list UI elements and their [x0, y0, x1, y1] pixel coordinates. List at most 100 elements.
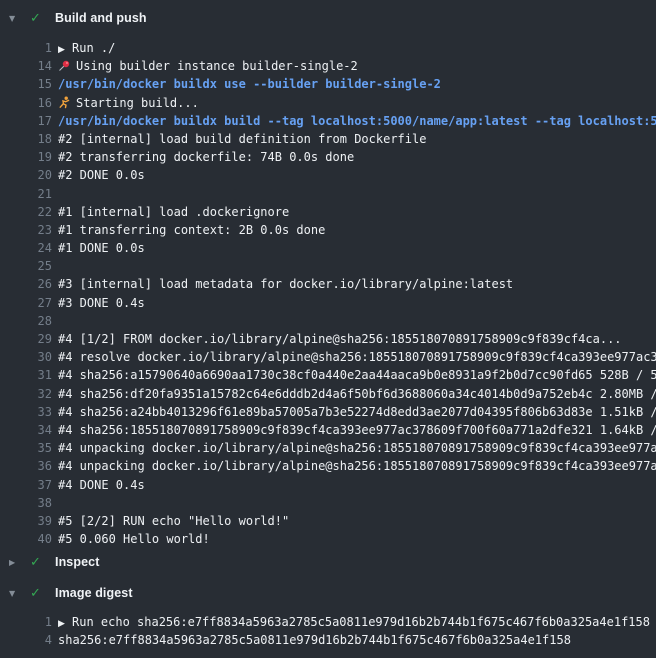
log-line: 23#1 transferring context: 2B 0.0s done	[0, 221, 656, 239]
line-number-link[interactable]: 19	[0, 148, 52, 166]
log-text: #4 resolve docker.io/library/alpine@sha2…	[58, 348, 656, 366]
log-text: #1 [internal] load .dockerignore	[58, 203, 289, 221]
log-text: /usr/bin/docker buildx use --builder bui…	[58, 75, 441, 93]
log-line: 16 Starting build...	[0, 94, 656, 112]
line-number-link[interactable]: 30	[0, 348, 52, 366]
log-line-text: #4 resolve docker.io/library/alpine@sha2…	[58, 350, 656, 364]
section-label: Inspect	[55, 555, 99, 569]
line-number-link[interactable]: 28	[0, 312, 52, 330]
log-line: 24 #1 DONE 0.0s	[0, 239, 656, 257]
log-text: #3 [internal] load metadata for docker.i…	[58, 275, 513, 293]
line-number-link[interactable]: 27	[0, 294, 52, 312]
line-number-link[interactable]: 15	[0, 75, 52, 93]
line-number-link[interactable]: 31	[0, 366, 52, 384]
log-line: 20 #2 DONE 0.0s	[0, 166, 656, 184]
log-line-text: #2 [internal] load build definition from…	[58, 132, 426, 146]
log-line-text: /usr/bin/docker buildx use --builder bui…	[58, 77, 441, 91]
log-line: 18 #2 [internal] load build definition fr…	[0, 130, 656, 148]
log-line: 34 #4 sha256:185518070891758909c9f839cf4c…	[0, 421, 656, 439]
line-number-link[interactable]: 38	[0, 494, 52, 512]
log-text: Starting build...	[58, 94, 199, 112]
log-line: 38	[0, 494, 656, 512]
log-line-text: #5 0.060 Hello world!	[58, 532, 210, 546]
line-number-link[interactable]: 16	[0, 94, 52, 112]
log-text: #4 sha256:a15790640a6690aa1730c38cf0a440…	[58, 366, 656, 384]
line-number-link[interactable]: 37	[0, 476, 52, 494]
line-number-link[interactable]: 1	[0, 39, 52, 57]
log-line-text: #4 sha256:df20fa9351a15782c64e6dddb2d4a6…	[58, 387, 656, 401]
log-line-text: #4 sha256:185518070891758909c9f839cf4ca3…	[58, 423, 656, 437]
chevron-down-icon[interactable]: ▼	[9, 14, 21, 23]
line-number-link[interactable]: 24	[0, 239, 52, 257]
log-text: #4 DONE 0.4s	[58, 476, 145, 494]
line-number-link[interactable]: 23	[0, 221, 52, 239]
log-line: 32 #4 sha256:df20fa9351a15782c64e6dddb2d4…	[0, 385, 656, 403]
log-line-text: #1 [internal] load .dockerignore	[58, 205, 289, 219]
workflow-log-viewer: ▼✓Build and push1▶Run ./14Using builder …	[0, 0, 656, 658]
log-text: #4 [1/2] FROM docker.io/library/alpine@s…	[58, 330, 622, 348]
log-text: Using builder instance builder-single-2	[58, 57, 358, 75]
line-number-link[interactable]: 29	[0, 330, 52, 348]
line-number-link[interactable]: 40	[0, 530, 52, 548]
line-number-link[interactable]: 25	[0, 257, 52, 275]
log-text: #1 DONE 0.0s	[58, 239, 145, 257]
section-label: Build and push	[55, 11, 147, 25]
log-text: #5 0.060 Hello world!	[58, 530, 210, 548]
line-number-link[interactable]: 21	[0, 185, 52, 203]
log-text: #4 sha256:df20fa9351a15782c64e6dddb2d4a6…	[58, 385, 656, 403]
log-line-text: #2 DONE 0.0s	[58, 168, 145, 182]
check-icon: ✓	[30, 586, 43, 601]
log-line-text: #4 sha256:a15790640a6690aa1730c38cf0a440…	[58, 368, 656, 382]
log-line: 15/usr/bin/docker buildx use --builder b…	[0, 75, 656, 93]
log-line: 19 #2 transferring dockerfile: 74B 0.0s d…	[0, 148, 656, 166]
log-lines-image-digest: 1 ▶Run echo sha256:e7ff8834a5963a2785c5a0…	[0, 613, 656, 649]
log-line-text: #5 [2/2] RUN echo "Hello world!"	[58, 514, 289, 528]
line-number-link[interactable]: 17	[0, 112, 52, 130]
log-line-text: sha256:e7ff8834a5963a2785c5a0811e979d16b…	[58, 633, 571, 647]
line-number-link[interactable]: 4	[0, 631, 52, 649]
section-header-inspect[interactable]: ▶✓Inspect	[0, 552, 656, 572]
line-number-link[interactable]: 36	[0, 457, 52, 475]
log-text: ▶Run echo sha256:e7ff8834a5963a2785c5a08…	[58, 613, 650, 633]
log-line-text: Using builder instance builder-single-2	[76, 59, 358, 73]
log-line-text: #4 unpacking docker.io/library/alpine@sh…	[58, 459, 656, 473]
log-line-text: Run echo sha256:e7ff8834a5963a2785c5a081…	[72, 615, 650, 629]
log-line-text: #1 DONE 0.0s	[58, 241, 145, 255]
line-number-link[interactable]: 39	[0, 512, 52, 530]
log-text: #4 sha256:185518070891758909c9f839cf4ca3…	[58, 421, 656, 439]
log-text: #5 [2/2] RUN echo "Hello world!"	[58, 512, 289, 530]
line-number-link[interactable]: 22	[0, 203, 52, 221]
line-number-link[interactable]: 32	[0, 385, 52, 403]
line-number-link[interactable]: 1	[0, 613, 52, 631]
line-number-link[interactable]: 18	[0, 130, 52, 148]
line-number-link[interactable]: 14	[0, 57, 52, 75]
check-icon: ✓	[30, 11, 43, 26]
section-header-image-digest[interactable]: ▼✓Image digest	[0, 583, 656, 603]
log-line: 14 Using builder instance builder-single-…	[0, 57, 656, 75]
log-text: /usr/bin/docker buildx build --tag local…	[58, 112, 656, 130]
chevron-down-icon[interactable]: ▼	[9, 589, 21, 598]
log-line-text: #4 unpacking docker.io/library/alpine@sh…	[58, 441, 656, 455]
log-text: #2 DONE 0.0s	[58, 166, 145, 184]
log-line-text: #2 transferring dockerfile: 74B 0.0s don…	[58, 150, 354, 164]
runner-icon	[58, 96, 71, 109]
line-number-link[interactable]: 26	[0, 275, 52, 293]
section-header-build-and-push[interactable]: ▼ ✓ Build and push	[0, 8, 656, 28]
log-line: 33#4 sha256:a24bb4013296f61e89ba57005a7b…	[0, 403, 656, 421]
line-number-link[interactable]: 34	[0, 421, 52, 439]
log-line: 27 #3 DONE 0.4s	[0, 294, 656, 312]
log-text: #3 DONE 0.4s	[58, 294, 145, 312]
log-text: ▶Run ./	[58, 39, 115, 59]
log-line: 1 ▶Run echo sha256:e7ff8834a5963a2785c5a0…	[0, 613, 656, 631]
log-line: 31 #4 sha256:a15790640a6690aa1730c38cf0a4…	[0, 366, 656, 384]
chevron-right-icon[interactable]: ▶	[9, 558, 21, 567]
log-line-text: /usr/bin/docker buildx build --tag local…	[58, 114, 656, 128]
log-text: #4 unpacking docker.io/library/alpine@sh…	[58, 439, 656, 457]
log-text: #4 unpacking docker.io/library/alpine@sh…	[58, 457, 656, 475]
log-line: 22 #1 [internal] load .dockerignore	[0, 203, 656, 221]
line-number-link[interactable]: 33	[0, 403, 52, 421]
line-number-link[interactable]: 20	[0, 166, 52, 184]
log-line: 4 sha256:e7ff8834a5963a2785c5a0811e979d16…	[0, 631, 656, 649]
pushpin-icon	[58, 59, 71, 72]
line-number-link[interactable]: 35	[0, 439, 52, 457]
